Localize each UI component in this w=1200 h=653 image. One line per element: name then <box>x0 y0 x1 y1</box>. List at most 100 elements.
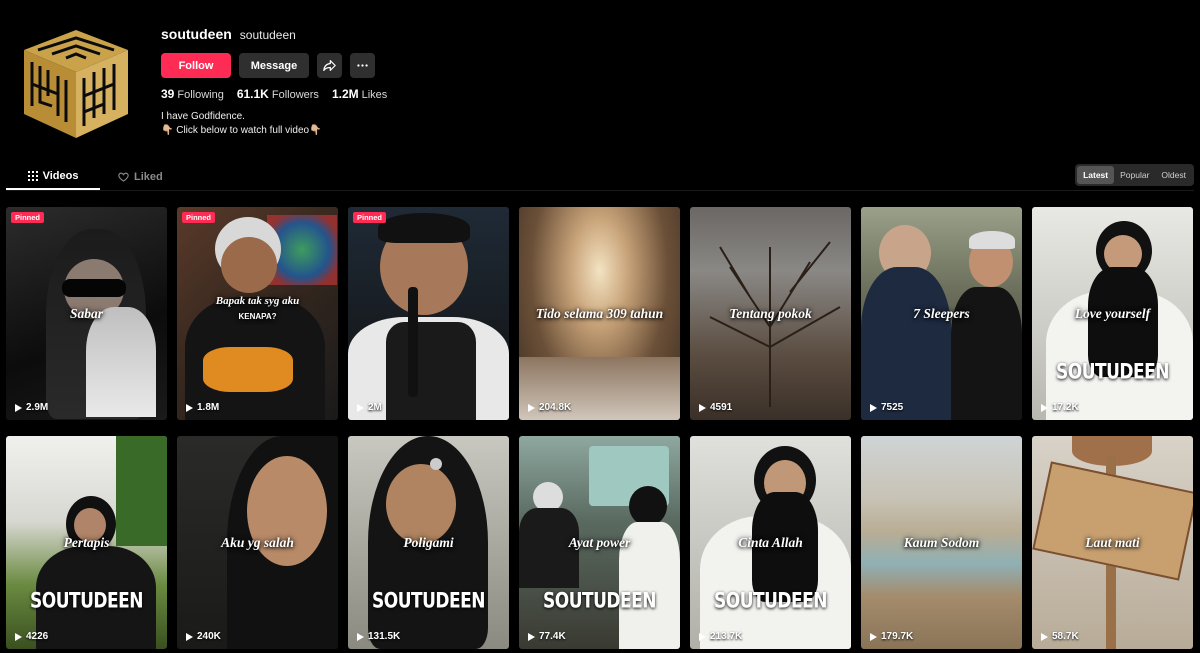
white-hair <box>86 307 156 417</box>
video-card[interactable]: Pertapis SOUTUDEEN 4226 <box>6 436 167 649</box>
black-vest <box>386 322 476 420</box>
face <box>386 464 456 544</box>
video-card[interactable]: Pinned Bapak tak syg aku KENAPA? 1.8M <box>177 207 338 420</box>
profile-bio: I have Godfidence. 👇🏼 Click below to wat… <box>161 110 387 138</box>
video-card[interactable]: Laut mati 58.7K <box>1032 436 1193 649</box>
video-card[interactable]: Pinned Sabar 2.9M <box>6 207 167 420</box>
video-card[interactable]: Tido selama 309 tahun 204.8K <box>519 207 680 420</box>
nickname: soutudeen <box>239 28 296 42</box>
video-subtitle: KENAPA? <box>238 312 277 322</box>
trees <box>116 436 167 546</box>
video-title: Laut mati <box>1085 534 1140 550</box>
share-icon <box>323 60 336 71</box>
video-title: Aku yg salah <box>221 534 294 550</box>
video-card[interactable]: Pinned 2M <box>348 207 509 420</box>
view-count: 4591 <box>699 402 732 413</box>
follow-button[interactable]: Follow <box>161 53 231 78</box>
white-cap <box>969 231 1015 249</box>
view-count: 179.7K <box>870 631 913 642</box>
video-card[interactable]: Ayat power SOUTUDEEN 77.4K <box>519 436 680 649</box>
view-count: 1.8M <box>186 402 219 413</box>
likes-count: 1.2M Likes <box>331 87 388 101</box>
view-count: 4226 <box>15 631 48 642</box>
wooden-sign <box>1032 461 1193 581</box>
view-count: 2.9M <box>15 402 48 413</box>
soutudeen-watermark: SOUTUDEEN <box>1056 359 1169 385</box>
sort-latest[interactable]: Latest <box>1077 166 1115 184</box>
video-title: Ayat power <box>568 534 631 550</box>
grid-icon <box>27 170 38 181</box>
view-count: 240K <box>186 631 221 642</box>
play-icon <box>1041 403 1048 412</box>
play-icon <box>528 632 535 641</box>
tabs-divider <box>6 190 1194 191</box>
pinned-badge: Pinned <box>11 212 45 223</box>
soutudeen-watermark: SOUTUDEEN <box>30 588 143 614</box>
video-card[interactable]: Poligami SOUTUDEEN 131.5K <box>348 436 509 649</box>
hijab-pin <box>430 458 442 470</box>
tab-videos[interactable]: Videos <box>6 163 100 190</box>
soutudeen-watermark: SOUTUDEEN <box>372 588 485 614</box>
play-icon <box>357 403 364 412</box>
tab-videos-label: Videos <box>42 169 79 182</box>
following-count[interactable]: 39 Following <box>161 87 224 101</box>
sort-switcher: Latest Popular Oldest <box>1075 164 1194 186</box>
kufic-cube-logo <box>24 30 128 138</box>
video-title: 7 Sleepers <box>913 305 970 321</box>
profile-info: soutudeen soutudeen Follow Message 39 Fol… <box>161 26 387 138</box>
share-button[interactable] <box>317 53 342 78</box>
tab-liked-label: Liked <box>134 170 163 183</box>
navy-jacket <box>861 267 951 420</box>
view-count: 213.7K <box>699 631 742 642</box>
view-count: 77.4K <box>528 631 566 642</box>
play-icon <box>15 632 22 641</box>
play-icon <box>870 632 877 641</box>
view-count: 58.7K <box>1041 631 1079 642</box>
play-icon <box>357 632 364 641</box>
play-icon <box>528 403 535 412</box>
pinned-badge: Pinned <box>353 212 387 223</box>
play-icon <box>870 403 877 412</box>
followers-count[interactable]: 61.1K Followers <box>237 87 319 101</box>
orange-pillow <box>203 347 293 392</box>
video-title: Bapak tak syg aku KENAPA? <box>183 294 332 324</box>
video-card[interactable]: 7 Sleepers 7525 <box>861 207 1022 420</box>
video-card[interactable]: Cinta Allah SOUTUDEEN 213.7K <box>690 436 851 649</box>
hair <box>378 213 470 243</box>
video-title: Tido selama 309 tahun <box>535 305 664 321</box>
profile-stats: 39 Following 61.1K Followers 1.2M Likes <box>161 87 387 101</box>
view-count: 17.2K <box>1041 402 1079 413</box>
video-title: Sabar <box>69 305 103 321</box>
play-icon <box>699 403 706 412</box>
view-count: 2M <box>357 402 382 413</box>
video-title: Love yourself <box>1074 305 1151 321</box>
play-icon <box>699 632 706 641</box>
view-count: 204.8K <box>528 402 571 413</box>
play-icon <box>15 403 22 412</box>
video-title: Pertapis <box>63 534 110 550</box>
video-title: Tentang pokok <box>729 305 812 321</box>
username: soutudeen <box>161 26 232 42</box>
view-count: 7525 <box>870 402 903 413</box>
message-button[interactable]: Message <box>239 53 309 78</box>
video-card[interactable]: Aku yg salah 240K <box>177 436 338 649</box>
more-options-button[interactable] <box>350 53 375 78</box>
video-title: Poligami <box>403 534 454 550</box>
microphone <box>408 287 418 397</box>
video-card[interactable]: Tentang pokok 4591 <box>690 207 851 420</box>
sunglasses <box>62 279 126 297</box>
pinned-badge: Pinned <box>182 212 216 223</box>
view-count: 131.5K <box>357 631 400 642</box>
tab-liked[interactable]: Liked <box>118 163 178 190</box>
play-icon <box>186 632 193 641</box>
video-card[interactable]: Love yourself SOUTUDEEN 17.2K <box>1032 207 1193 420</box>
profile-tabs: Videos Liked <box>6 163 1194 191</box>
sort-oldest[interactable]: Oldest <box>1155 166 1192 184</box>
video-card[interactable]: Kaum Sodom 179.7K <box>861 436 1022 649</box>
sort-popular[interactable]: Popular <box>1114 166 1155 184</box>
soutudeen-watermark: SOUTUDEEN <box>714 588 827 614</box>
profile-avatar[interactable] <box>18 26 134 142</box>
hijab <box>629 486 667 526</box>
video-title: Kaum Sodom <box>903 534 980 550</box>
play-icon <box>1041 632 1048 641</box>
